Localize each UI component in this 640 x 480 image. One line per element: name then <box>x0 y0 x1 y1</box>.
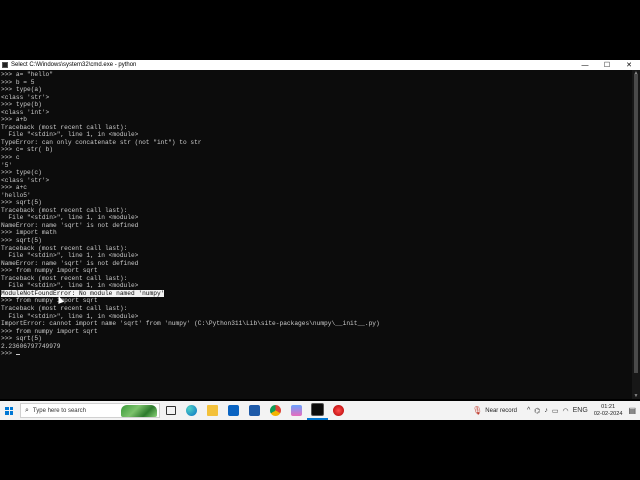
language-indicator[interactable]: ENG <box>573 407 588 414</box>
battery-icon[interactable]: ▭ <box>552 407 559 415</box>
maximize-button[interactable]: ☐ <box>596 60 618 70</box>
windows-logo-icon <box>5 406 13 415</box>
clock[interactable]: 01:21 02-02-2024 <box>594 404 623 418</box>
store-icon[interactable] <box>244 401 265 420</box>
console-output[interactable]: >>> a= "hello" >>> b = 5 >>> type(a) <class… <box>1 71 632 399</box>
console-line: >>> a= "hello" <box>1 71 53 78</box>
console-line: Traceback (most recent call last): <box>1 304 128 312</box>
console-line: >>> a+c <box>1 184 27 192</box>
console-line: >>> type(a) <box>1 86 42 94</box>
clock-date: 02-02-2024 <box>593 410 623 417</box>
console-line: Traceback (most recent call last): <box>1 244 128 252</box>
chevron-up-icon[interactable]: ^ <box>527 407 530 414</box>
console-line: Traceback (most recent call last): <box>1 274 128 282</box>
console-line: File "<stdin>", line 1, in <module> <box>1 312 139 320</box>
console-line: >>> from numpy import sqrt <box>1 267 98 275</box>
volume-icon[interactable]: ♪ <box>544 407 548 414</box>
console-line: >>> from numpy import sqrt <box>1 297 98 305</box>
task-view-icon[interactable] <box>160 401 181 420</box>
microphone-icon: 🎙 <box>472 406 483 415</box>
search-highlight-image <box>121 405 157 417</box>
console-line: <class 'int'> <box>1 108 50 116</box>
title-bar[interactable]: Select C:\Windows\system32\cmd.exe - pyt… <box>0 60 640 70</box>
file-explorer-icon[interactable] <box>202 401 223 420</box>
scrollbar-thumb[interactable] <box>634 74 638 373</box>
taskbar: ⌕ Type here to search 🎙 Near record ^ ⌬ … <box>0 401 640 420</box>
selected-console-line: ModuleNotFoundError: No module named 'nu… <box>1 289 165 297</box>
console-line: NameError: name 'sqrt' is not defined <box>1 221 139 229</box>
cmd-window[interactable]: Select C:\Windows\system32\cmd.exe - pyt… <box>0 60 640 399</box>
near-record-label: Near record <box>485 407 517 414</box>
console-line: >>> import math <box>1 229 57 237</box>
near-record-indicator[interactable]: 🎙 Near record <box>472 406 517 415</box>
console-line: >>> c <box>1 154 20 162</box>
console-line: >>> c= str( b) <box>1 146 53 154</box>
app-icon[interactable] <box>286 401 307 420</box>
search-icon: ⌕ <box>25 406 29 414</box>
console-line: TypeError: can only concatenate str (not… <box>1 138 202 146</box>
wifi-icon[interactable]: ◠ <box>563 407 569 415</box>
console-line: File "<stdin>", line 1, in <module> <box>1 282 139 290</box>
console-line: >>> a+b <box>1 116 27 124</box>
console-line: File "<stdin>", line 1, in <module> <box>1 131 139 139</box>
scroll-down-icon[interactable]: ▼ <box>632 393 640 399</box>
network-icon[interactable]: ⌬ <box>534 407 540 415</box>
system-tray: 🎙 Near record ^ ⌬ ♪ ▭ ◠ ENG 01:21 02-02-… <box>472 401 640 420</box>
console-line: 'hello5' <box>1 191 31 199</box>
console-line: ImportError: cannot import name 'sqrt' f… <box>1 320 380 328</box>
console-line: Traceback (most recent call last): <box>1 206 128 214</box>
start-button[interactable] <box>0 401 18 420</box>
window-title: Select C:\Windows\system32\cmd.exe - pyt… <box>11 62 137 68</box>
console-line: >>> sqrt(5) <box>1 199 42 207</box>
minimize-button[interactable]: — <box>574 60 596 70</box>
console-line: >>> sqrt(5) <box>1 237 42 245</box>
text-cursor <box>15 353 20 356</box>
vertical-scrollbar[interactable]: ▲ ▼ <box>632 70 640 399</box>
cmd-icon[interactable] <box>307 401 328 420</box>
recorder-icon[interactable] <box>328 401 349 420</box>
console-line: >>> from numpy import sqrt <box>1 327 98 335</box>
console-line: >>> sqrt(5) <box>1 335 42 343</box>
clock-time: 01:21 <box>601 403 616 410</box>
console-line: <class 'str'> <box>1 176 50 184</box>
chrome-icon[interactable] <box>265 401 286 420</box>
console-line: <class 'str'> <box>1 93 50 101</box>
mail-icon[interactable] <box>223 401 244 420</box>
console-line: Traceback (most recent call last): <box>1 123 128 131</box>
cmd-app-icon <box>2 62 8 68</box>
search-placeholder: Type here to search <box>32 407 86 414</box>
notification-icon[interactable]: ▤ <box>628 406 636 415</box>
window-controls: — ☐ ✕ <box>574 60 640 70</box>
console-line: File "<stdin>", line 1, in <module> <box>1 252 139 260</box>
console-line: File "<stdin>", line 1, in <module> <box>1 214 139 222</box>
console-line: >>> type(b) <box>1 101 42 109</box>
console-line: 2.23606797749979 <box>1 342 61 350</box>
console-line: >>> <box>1 350 632 358</box>
close-button[interactable]: ✕ <box>618 60 640 70</box>
console-line: >>> b = 5 <box>1 78 35 86</box>
console-line: >>> type(c) <box>1 169 42 177</box>
taskbar-search[interactable]: ⌕ Type here to search <box>20 403 160 418</box>
console-line: NameError: name 'sqrt' is not defined <box>1 259 139 267</box>
console-line: '5' <box>1 161 13 169</box>
edge-icon[interactable] <box>181 401 202 420</box>
